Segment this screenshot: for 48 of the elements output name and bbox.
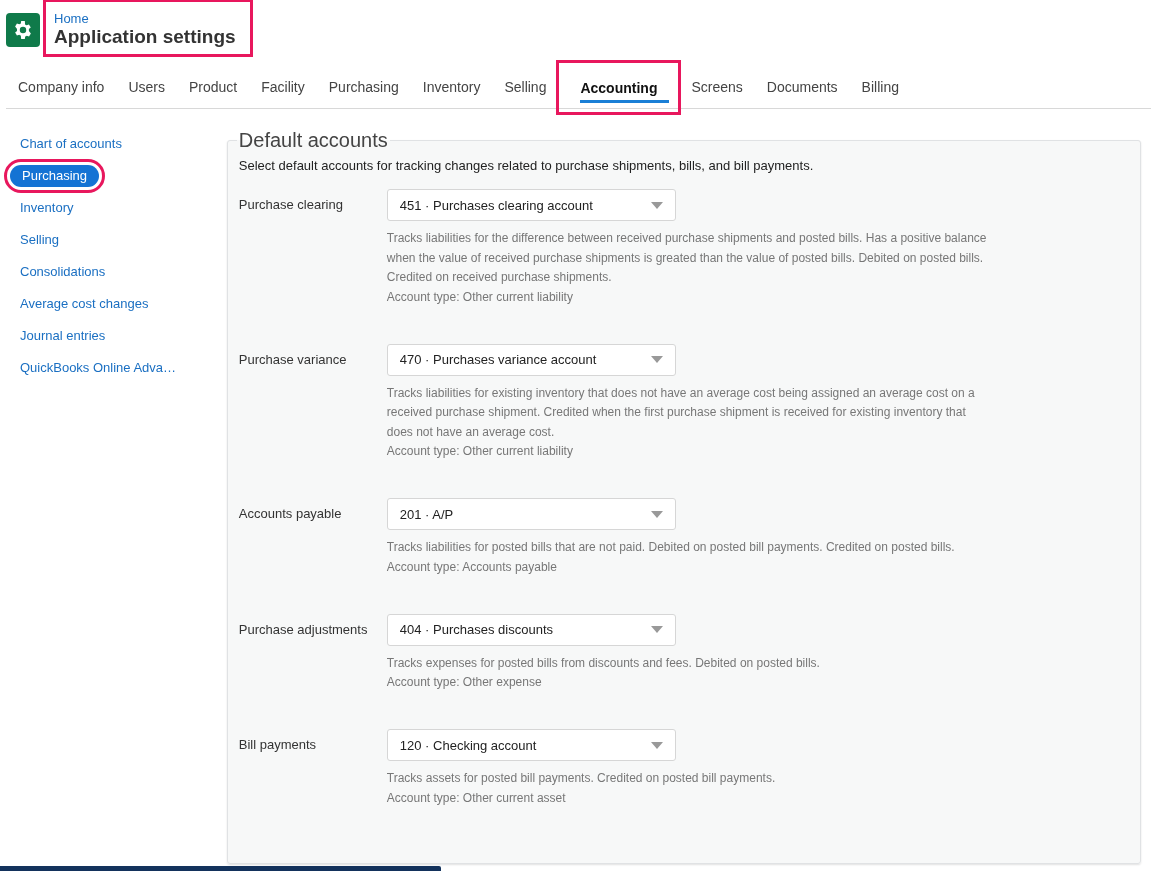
sidebar-item[interactable]: Selling bbox=[8, 229, 72, 251]
account-dropdown[interactable]: 120 · Checking account bbox=[386, 729, 676, 761]
field-label: Bill payments bbox=[238, 736, 318, 754]
sidebar-item[interactable]: Journal entries bbox=[8, 325, 118, 347]
tab[interactable]: Screens bbox=[679, 68, 755, 108]
field-description: Tracks liabilities for posted bills that are not paid. Debited on posted bill payments. Credited on posted bills. bbox=[386, 539, 956, 556]
account-dropdown[interactable]: 404 · Purchases discounts bbox=[386, 613, 676, 646]
panel-title: Default accounts bbox=[237, 129, 389, 152]
field-label: Purchase variance bbox=[238, 350, 348, 369]
field-label: Accounts payable bbox=[238, 505, 343, 523]
tab[interactable]: Purchasing bbox=[316, 68, 411, 108]
tab[interactable]: Users bbox=[116, 68, 177, 108]
sidebar-item[interactable]: Average cost changes bbox=[8, 293, 161, 315]
account-type: Account type: Accounts payable bbox=[386, 558, 558, 576]
field-description: Tracks liabilities for the difference between received purchase shipments and posted bills. Has a positive balance when the value of received purchase shipments is greated than the value of posted bills. Debited on posted bills. Credited on received purchase shipments. bbox=[386, 230, 987, 286]
caret-icon bbox=[650, 626, 663, 633]
page-title: Application settings bbox=[54, 26, 236, 48]
caret-icon bbox=[650, 201, 663, 209]
account-type: Account type: Other current liability bbox=[386, 443, 574, 460]
tab[interactable]: Selling bbox=[492, 68, 559, 108]
tab[interactable]: Product bbox=[176, 68, 250, 108]
tab[interactable]: Documents bbox=[754, 68, 850, 108]
account-type: Account type: Other current asset bbox=[386, 789, 567, 807]
field-label: Purchase clearing bbox=[238, 196, 344, 214]
field-description: Tracks liabilities for existing inventory that does not have an average cost being assigned an average cost on a received purchase shipment. Credited when the first purchase shipment is received for existing inventory that does not have an average cost. bbox=[386, 384, 976, 441]
tab[interactable]: Company info bbox=[6, 68, 117, 108]
field-description: Tracks assets for posted bill payments. Credited on posted bill payments. bbox=[386, 770, 777, 787]
breadcrumb-link[interactable]: Home bbox=[54, 11, 89, 26]
tab[interactable]: Billing bbox=[849, 68, 911, 108]
caret-icon bbox=[650, 356, 663, 363]
panel-intro: Select default accounts for tracking changes related to purchase shipments, bills, and bill payments. bbox=[238, 158, 815, 173]
account-dropdown[interactable]: 201 · A/P bbox=[386, 498, 676, 530]
field-description: Tracks expenses for posted bills from discounts and fees. Debited on posted bills. bbox=[386, 654, 821, 672]
sidebar-item[interactable]: Inventory bbox=[8, 197, 86, 219]
account-type: Account type: Other expense bbox=[386, 674, 543, 691]
tab[interactable]: Facility bbox=[249, 68, 317, 108]
tab[interactable]: Accounting bbox=[558, 62, 680, 113]
sidebar-item[interactable]: Chart of accounts bbox=[8, 133, 134, 155]
field-label: Purchase adjustments bbox=[238, 620, 369, 639]
account-dropdown[interactable]: 470 · Purchases variance account bbox=[386, 343, 676, 376]
tab[interactable]: Inventory bbox=[410, 68, 493, 108]
account-type: Account type: Other current liability bbox=[386, 288, 574, 306]
caret-icon bbox=[650, 510, 663, 518]
sidebar-item[interactable]: QuickBooks Online Adva… bbox=[8, 357, 189, 379]
sidebar-item[interactable]: Consolidations bbox=[8, 261, 118, 283]
settings-icon bbox=[6, 13, 40, 47]
account-dropdown[interactable]: 451 · Purchases clearing account bbox=[386, 189, 676, 221]
caret-icon bbox=[650, 741, 663, 749]
